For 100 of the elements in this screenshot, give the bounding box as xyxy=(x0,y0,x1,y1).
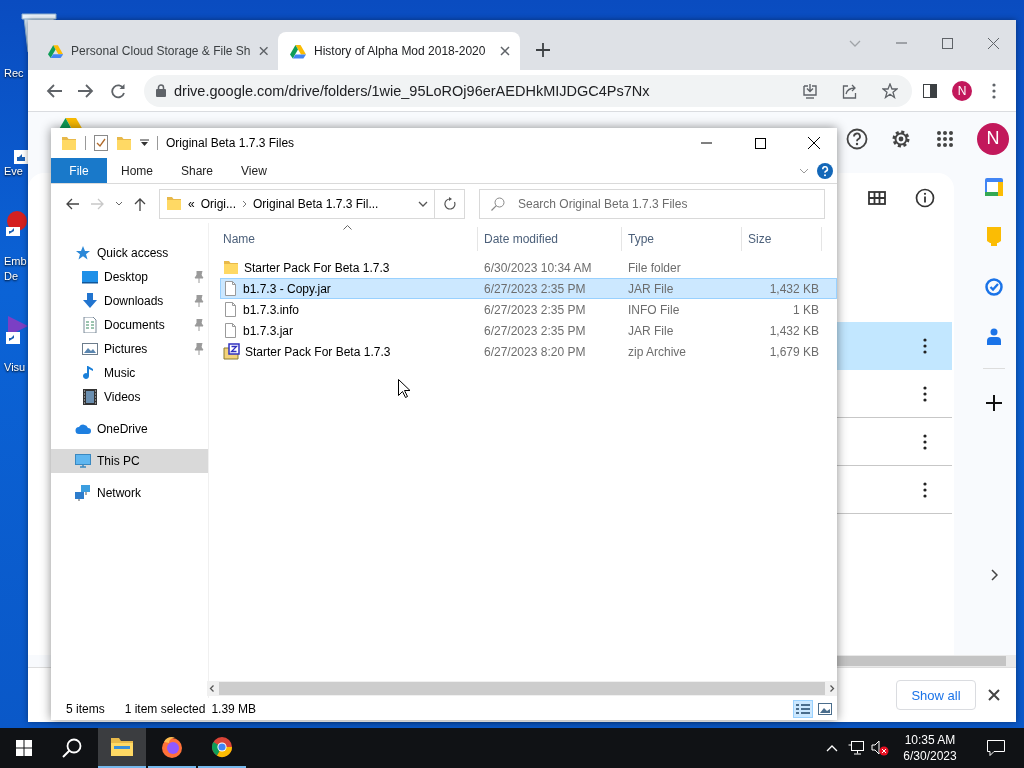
desktop-icon-label: De xyxy=(4,269,19,283)
file-row[interactable]: b1.7.3.info 6/27/2023 2:35 PM INFO File 1 KB xyxy=(220,299,837,320)
view-toggle[interactable] xyxy=(815,700,835,718)
back-arrow-icon xyxy=(65,197,79,210)
refresh-icon xyxy=(443,197,456,210)
breadcrumb-overflow[interactable]: « xyxy=(188,196,195,211)
desktop-icon-label: Emb xyxy=(4,254,27,268)
file-icon xyxy=(223,301,238,318)
column-header[interactable]: Name xyxy=(220,227,478,251)
breadcrumb-item[interactable]: Origi... xyxy=(200,196,237,211)
pin-icon xyxy=(194,271,204,283)
network-icon xyxy=(848,741,864,755)
more-icon xyxy=(923,385,927,402)
selection-info: 1 item selected xyxy=(124,702,206,716)
dropdown-icon[interactable] xyxy=(140,139,149,147)
nav-item[interactable]: Videos xyxy=(51,385,208,409)
column-header[interactable]: Date modified xyxy=(478,227,622,251)
search-icon xyxy=(491,196,505,211)
address-bar[interactable]: « Origi... Original Beta 1.7.3 Fil... xyxy=(159,188,435,219)
ribbon-tab[interactable]: Home xyxy=(107,158,167,183)
browser-tab[interactable]: Personal Cloud Storage & File Sh xyxy=(36,32,278,70)
nav-item[interactable]: This PC xyxy=(51,449,208,473)
scrollbar-thumb[interactable] xyxy=(219,682,825,695)
browser-tab[interactable]: History of Alpha Mod 2018-2020 xyxy=(278,32,520,70)
ribbon-tab[interactable]: View xyxy=(227,158,281,183)
nav-item[interactable]: Desktop xyxy=(51,265,208,289)
maximize-icon xyxy=(754,137,766,149)
column-header[interactable]: Size xyxy=(742,227,822,251)
file-type: JAR File xyxy=(627,281,675,296)
file-type: File folder xyxy=(627,260,682,275)
file-row[interactable]: Starter Pack For Beta 1.7.3 6/27/2023 8:20 PM zip Archive 1,679 KB xyxy=(220,341,837,362)
folder-icon xyxy=(166,195,182,212)
close-icon[interactable] xyxy=(500,46,510,56)
show-all-button[interactable]: Show all xyxy=(896,680,976,710)
download-icon xyxy=(802,82,818,99)
close-icon xyxy=(808,137,820,149)
close-icon[interactable] xyxy=(258,46,268,56)
account-avatar[interactable]: N xyxy=(977,122,1009,155)
breadcrumb-item[interactable]: Original Beta 1.7.3 Fil... xyxy=(253,196,379,211)
firefox-logo-icon xyxy=(161,736,183,758)
contacts-icon[interactable] xyxy=(987,327,1001,345)
share-icon xyxy=(842,82,858,99)
chevron-right-icon xyxy=(990,569,998,581)
selection-size: 1.39 MB xyxy=(211,702,257,716)
properties-icon[interactable] xyxy=(94,135,108,151)
clock[interactable]: 10:35 AM 6/30/2023 xyxy=(892,728,968,768)
star-icon xyxy=(882,82,898,99)
apps-grid-icon xyxy=(936,129,954,148)
nav-item[interactable]: Network xyxy=(51,481,208,505)
file-row[interactable]: b1.7.3.jar 6/27/2023 2:35 PM JAR File 1,432 KB xyxy=(220,320,837,341)
drive-logo-icon xyxy=(48,43,64,59)
nav-item[interactable]: Music xyxy=(51,361,208,385)
address-bar[interactable]: drive.google.com/drive/folders/1wie_95LoROj96erAEDHkMIJDGC4Ps7Nx xyxy=(144,74,912,107)
ribbon-tab[interactable]: Share xyxy=(167,158,228,183)
file-name: Starter Pack For Beta 1.7.3 xyxy=(244,260,390,275)
forward-arrow-icon xyxy=(78,83,94,98)
document-icon xyxy=(82,317,98,333)
more-icon xyxy=(992,82,996,99)
chevron-down-icon xyxy=(115,201,123,206)
close-icon xyxy=(988,689,1000,701)
tasks-icon[interactable] xyxy=(985,278,1003,296)
window-title: Original Beta 1.7.3 Files xyxy=(166,136,295,150)
search-field[interactable]: Search Original Beta 1.7.3 Files xyxy=(479,188,825,219)
desktop-icon xyxy=(82,269,98,285)
calendar-icon[interactable] xyxy=(985,178,1003,196)
close-icon xyxy=(987,37,999,49)
nav-item[interactable]: Quick access xyxy=(51,241,208,265)
file-icon xyxy=(223,322,238,339)
star-icon xyxy=(75,245,91,261)
file-menu-button[interactable]: File xyxy=(51,158,107,183)
side-panel-icon xyxy=(923,83,937,98)
folder-icon xyxy=(111,738,133,756)
plus-icon xyxy=(986,395,1002,411)
file-row[interactable]: Starter Pack For Beta 1.7.3 6/30/2023 10:34 AM File folder xyxy=(220,257,837,278)
file-size: 1 KB xyxy=(792,302,820,317)
drive-logo-icon xyxy=(290,43,306,59)
more-icon xyxy=(923,337,927,354)
view-toggle[interactable] xyxy=(793,700,813,718)
file-type: JAR File xyxy=(627,323,675,338)
file-size: 1,679 KB xyxy=(768,344,820,359)
computer-icon xyxy=(75,453,91,469)
file-row[interactable]: b1.7.3 - Copy.jar 6/27/2023 2:35 PM JAR File 1,432 KB xyxy=(220,278,837,299)
lock-icon xyxy=(156,84,166,97)
help-icon[interactable] xyxy=(817,162,833,179)
film-icon xyxy=(82,389,98,405)
nav-item[interactable]: Downloads xyxy=(51,289,208,313)
nav-item[interactable]: Documents xyxy=(51,313,208,337)
network-icon xyxy=(75,485,91,501)
file-type: INFO File xyxy=(627,302,681,317)
nav-item[interactable]: OneDrive xyxy=(51,417,208,441)
refresh-button[interactable] xyxy=(435,188,465,219)
date-modified: 6/27/2023 2:35 PM xyxy=(483,302,587,317)
nav-item[interactable]: Pictures xyxy=(51,337,208,361)
chevron-down-icon[interactable] xyxy=(418,200,428,207)
file-name: b1.7.3.info xyxy=(243,302,300,317)
column-header[interactable]: Type xyxy=(622,227,742,251)
back-arrow-icon xyxy=(46,83,62,98)
profile-avatar[interactable]: N xyxy=(952,80,972,101)
file-explorer-button[interactable] xyxy=(98,728,146,768)
file-name: b1.7.3 - Copy.jar xyxy=(243,281,331,296)
